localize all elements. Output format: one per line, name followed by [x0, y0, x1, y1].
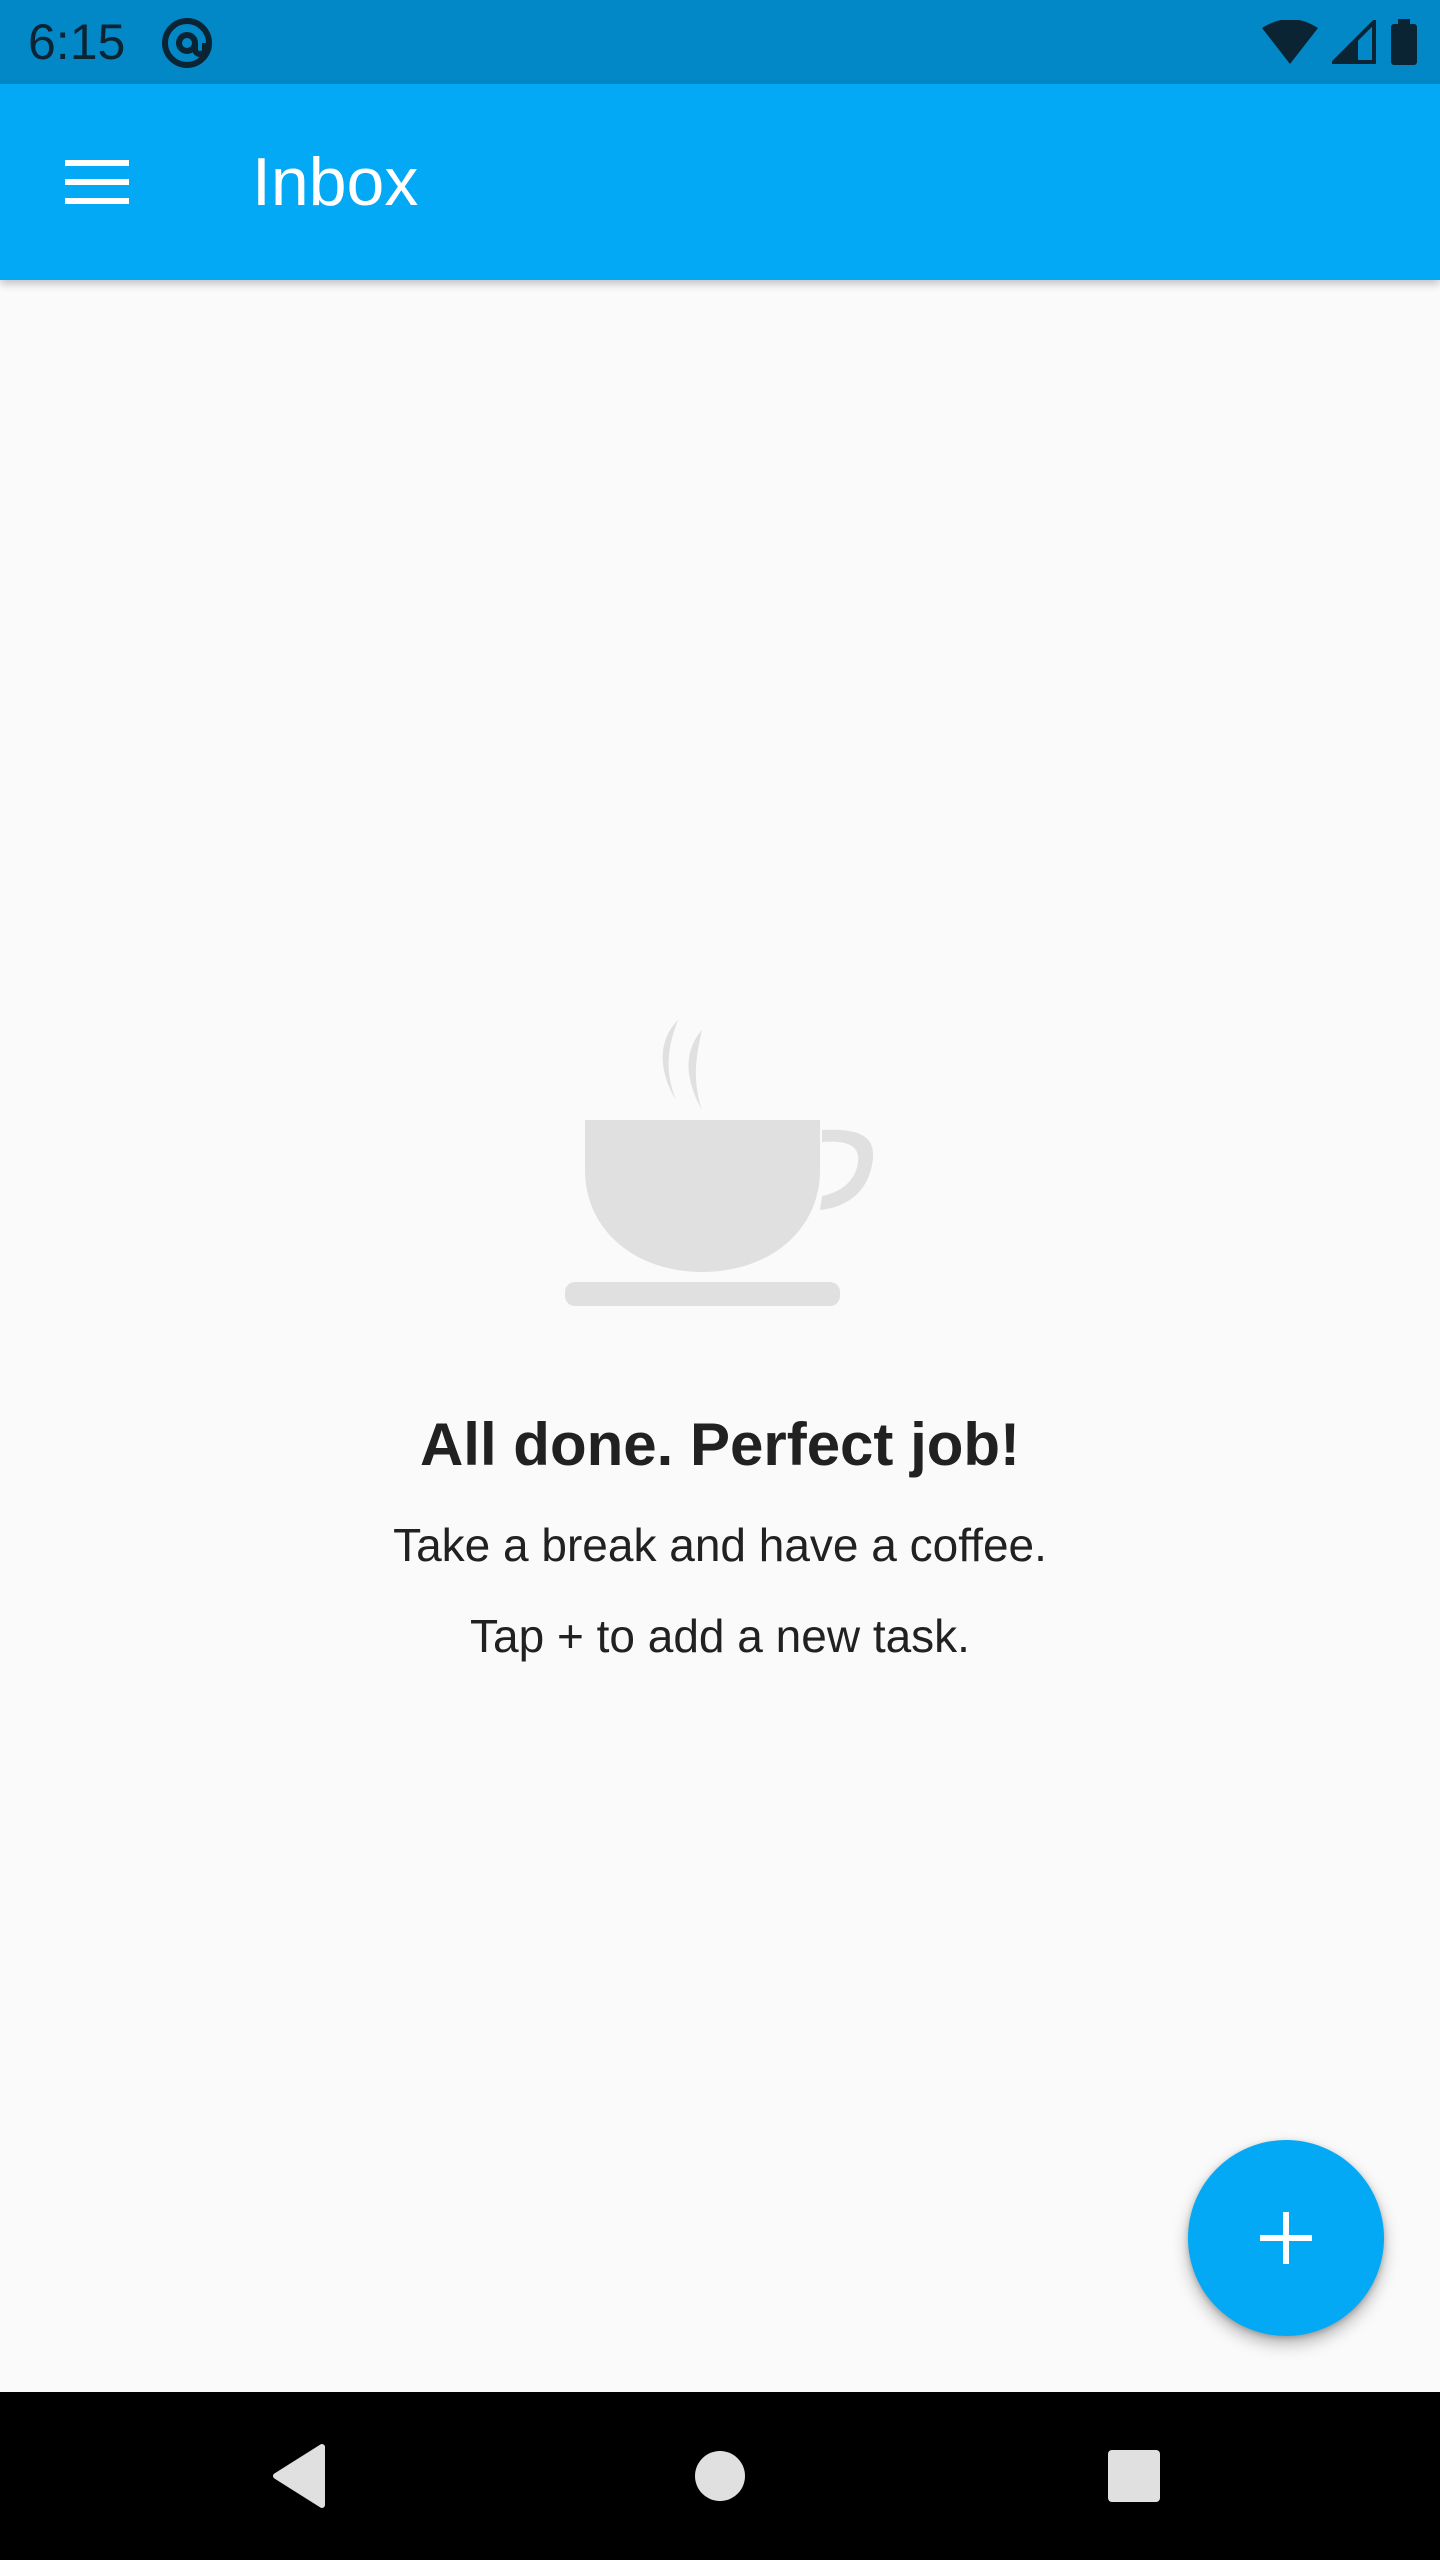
recents-icon — [1108, 2450, 1160, 2502]
coffee-cup-icon — [565, 1020, 874, 1306]
status-time: 6:15 — [28, 14, 126, 70]
plus-icon — [1260, 2212, 1312, 2264]
battery-icon — [1391, 19, 1417, 65]
at-sign-icon — [162, 18, 212, 68]
cell-signal-icon — [1332, 20, 1376, 64]
system-nav-bar — [0, 2392, 1440, 2560]
page-title: Inbox — [252, 144, 419, 220]
nav-back-button[interactable] — [250, 2426, 350, 2526]
empty-state-message: Take a break and have a coffee. — [393, 1519, 1047, 1571]
app-bar: Inbox — [0, 84, 1440, 280]
empty-state-title: All done. Perfect job! — [419, 1411, 1021, 1478]
home-icon — [695, 2451, 745, 2501]
status-bar: 6:15 — [0, 0, 1440, 84]
wifi-icon — [1262, 20, 1318, 64]
hamburger-menu-icon[interactable] — [50, 146, 144, 218]
nav-home-button[interactable] — [670, 2426, 770, 2526]
screen: 6:15 Inbox All done. Perfect job! Take a… — [0, 0, 1440, 2560]
add-task-button[interactable] — [1188, 2140, 1384, 2336]
nav-recents-button[interactable] — [1084, 2426, 1184, 2526]
empty-state-hint: Tap + to add a new task. — [470, 1610, 970, 1662]
status-icons — [1262, 18, 1418, 66]
back-icon — [273, 2444, 325, 2508]
